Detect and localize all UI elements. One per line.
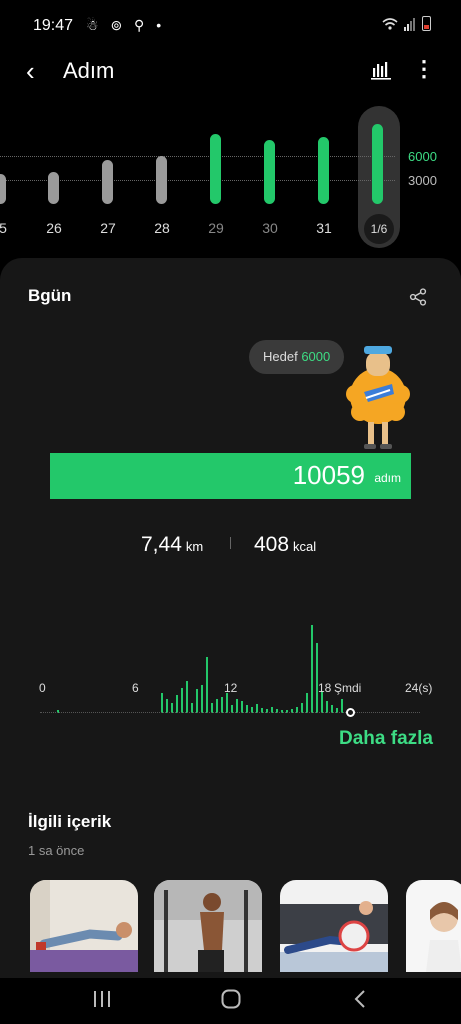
axis-tick-now: Şmdi bbox=[334, 681, 362, 695]
hour-bar bbox=[186, 681, 188, 713]
day-label: 31 bbox=[316, 220, 332, 236]
hour-bar bbox=[316, 643, 318, 713]
related-thumbnail[interactable] bbox=[280, 880, 388, 972]
signal-icon bbox=[404, 17, 415, 31]
distance-stat: 7,44 km bbox=[141, 533, 203, 557]
goal-value: 6000 bbox=[301, 349, 331, 364]
more-options-icon[interactable]: ⋮ bbox=[413, 56, 435, 82]
distance-value: 7,44 bbox=[141, 533, 182, 556]
day-label: 26 bbox=[46, 220, 62, 236]
recent-apps-icon[interactable] bbox=[92, 990, 112, 1008]
woman-portrait-image bbox=[406, 880, 461, 972]
related-thumbnail[interactable] bbox=[30, 880, 138, 972]
goal-label-high: 6000 bbox=[408, 149, 437, 164]
hour-bar bbox=[201, 685, 203, 713]
day-bar[interactable] bbox=[210, 134, 221, 204]
gym-workout-image bbox=[154, 880, 262, 972]
back-arrow-icon[interactable]: ‹ bbox=[26, 58, 35, 84]
notification-icons: ☃ ⊚ ⚲ • bbox=[86, 17, 166, 33]
hour-bar bbox=[341, 699, 343, 713]
app-bar: ‹ Adım ⋮ bbox=[0, 48, 461, 96]
day-bar[interactable] bbox=[264, 140, 275, 204]
day-bar[interactable] bbox=[102, 160, 113, 204]
day-label: 5 bbox=[0, 220, 7, 236]
bar-chart-icon[interactable] bbox=[371, 60, 391, 80]
clock: 19:47 bbox=[33, 17, 74, 34]
day-bar[interactable] bbox=[0, 174, 6, 204]
weekly-step-chart[interactable]: 6000 3000 5 26 27 28 29 30 31 1/6 bbox=[0, 100, 461, 250]
calories-value: 408 bbox=[254, 533, 290, 556]
day-label: 30 bbox=[262, 220, 278, 236]
goal-prefix: Hedef bbox=[263, 349, 298, 364]
more-link[interactable]: Daha fazla bbox=[339, 728, 433, 750]
day-bar[interactable] bbox=[318, 137, 329, 204]
battery-icon bbox=[422, 16, 431, 31]
plank-workout-image bbox=[30, 880, 138, 972]
home-icon[interactable] bbox=[221, 989, 241, 1009]
share-icon[interactable] bbox=[409, 288, 427, 306]
steps-unit: adım bbox=[374, 471, 401, 485]
hour-bar bbox=[181, 688, 183, 713]
hour-bar bbox=[236, 699, 238, 713]
hour-bar bbox=[226, 693, 228, 713]
day-label: 28 bbox=[154, 220, 170, 236]
related-thumbnail[interactable] bbox=[406, 880, 461, 972]
hour-bar bbox=[306, 693, 308, 713]
day-bar-selected[interactable] bbox=[372, 124, 383, 204]
page-title: Adım bbox=[63, 58, 115, 83]
card-title: Bgün bbox=[28, 286, 72, 305]
hour-bar bbox=[221, 697, 223, 713]
steps-value: 10059 bbox=[292, 460, 365, 490]
system-icons bbox=[382, 16, 431, 31]
status-bar: 19:47 ☃ ⊚ ⚲ • bbox=[0, 0, 461, 48]
selected-day-badge: 1/6 bbox=[364, 214, 394, 244]
axis-tick: 12 bbox=[224, 681, 238, 695]
ball-workout-image bbox=[280, 880, 388, 972]
related-thumbnail[interactable] bbox=[154, 880, 262, 972]
goal-line-low bbox=[0, 180, 395, 181]
hour-bar bbox=[196, 689, 198, 713]
today-card: Bgün Hedef 6000 10059 adım 7,44 km 408 kca… bbox=[0, 258, 461, 978]
hour-bar bbox=[161, 693, 163, 713]
calories-unit: kcal bbox=[293, 539, 317, 554]
calories-stat: 408 kcal bbox=[254, 533, 316, 557]
related-title: İlgili içerik bbox=[28, 812, 112, 831]
axis-tick: 0 bbox=[39, 681, 46, 695]
related-time: 1 sa önce bbox=[28, 843, 85, 858]
wifi-icon bbox=[382, 17, 398, 30]
day-label: 27 bbox=[100, 220, 116, 236]
hour-bar bbox=[311, 625, 313, 713]
goal-label-low: 3000 bbox=[408, 173, 437, 188]
day-label: 29 bbox=[208, 220, 224, 236]
day-bar[interactable] bbox=[156, 156, 167, 204]
day-bar[interactable] bbox=[48, 172, 59, 204]
hour-bar bbox=[206, 657, 208, 713]
mascot-illustration bbox=[346, 346, 410, 449]
hour-bar bbox=[176, 695, 178, 713]
goal-line-high bbox=[0, 156, 395, 157]
axis-tick: 18 bbox=[318, 681, 332, 695]
hour-bar bbox=[166, 699, 168, 713]
stat-divider bbox=[230, 537, 231, 549]
axis-tick: 6 bbox=[132, 681, 139, 695]
distance-unit: km bbox=[185, 539, 204, 554]
chart-baseline bbox=[40, 712, 420, 713]
now-marker bbox=[346, 708, 355, 717]
goal-bubble: Hedef 6000 bbox=[249, 340, 345, 374]
axis-tick: 24(s) bbox=[405, 681, 433, 695]
steps-progress-bar: 10059 adım bbox=[50, 453, 411, 499]
back-icon[interactable] bbox=[352, 989, 368, 1009]
system-nav-bar bbox=[0, 978, 461, 1024]
hour-bar bbox=[216, 699, 218, 713]
